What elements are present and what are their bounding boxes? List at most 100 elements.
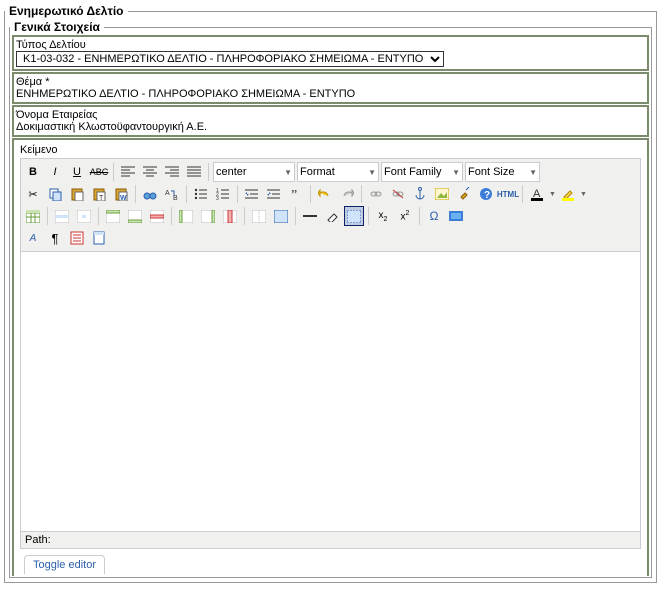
- toolbar-row-2: ✂ T W AB 123 ”: [23, 183, 638, 205]
- table-row-icon: [54, 208, 70, 224]
- delete-col-button[interactable]: [220, 206, 240, 226]
- row-after-button[interactable]: [125, 206, 145, 226]
- outdent-icon: [244, 186, 260, 202]
- eraser-icon: [324, 208, 340, 224]
- type-select[interactable]: Κ1-03-032 - ΕΝΗΜΕΡΩΤΙΚΟ ΔΕΛΤΙΟ - ΠΛΗΡΟΦΟ…: [16, 51, 444, 67]
- format-select[interactable]: Format▼: [297, 162, 379, 182]
- unlink-button[interactable]: [388, 184, 408, 204]
- undo-button[interactable]: [315, 184, 335, 204]
- cell-props-button[interactable]: [74, 206, 94, 226]
- split-cells-button[interactable]: [249, 206, 269, 226]
- redo-button[interactable]: [337, 184, 357, 204]
- paragraph-button[interactable]: ¶: [45, 228, 65, 248]
- inner-legend: Γενικά Στοιχεία: [10, 20, 104, 34]
- strikethrough-button[interactable]: ABC: [89, 162, 109, 182]
- toggle-editor-button[interactable]: Toggle editor: [24, 555, 105, 574]
- charmap-button[interactable]: Ω: [424, 206, 444, 226]
- table-button[interactable]: [23, 206, 43, 226]
- separator: [186, 185, 187, 203]
- row-props-button[interactable]: [52, 206, 72, 226]
- svg-text:3: 3: [216, 196, 219, 200]
- highlight-icon: [560, 186, 576, 202]
- cleanup-button[interactable]: [454, 184, 474, 204]
- separator: [113, 163, 114, 181]
- col-after-button[interactable]: [198, 206, 218, 226]
- merge-cell-icon: [273, 208, 289, 224]
- undo-icon: [317, 186, 333, 202]
- font-family-select[interactable]: Font Family▼: [381, 162, 463, 182]
- backcolor-button[interactable]: [558, 184, 578, 204]
- subscript-button[interactable]: x2: [373, 206, 393, 226]
- insert-row-after-icon: [127, 208, 143, 224]
- hr-icon: [302, 208, 318, 224]
- hr-button[interactable]: [300, 206, 320, 226]
- bullet-list-button[interactable]: [191, 184, 211, 204]
- company-label: Όνομα Εταιρείας: [16, 109, 645, 121]
- row-before-button[interactable]: [103, 206, 123, 226]
- paste-word-button[interactable]: W: [111, 184, 131, 204]
- text-color-icon: A: [529, 186, 545, 202]
- copy-button[interactable]: [45, 184, 65, 204]
- separator: [47, 207, 48, 225]
- remove-format-button[interactable]: [322, 206, 342, 226]
- paste-button[interactable]: [67, 184, 87, 204]
- paste-text-button[interactable]: T: [89, 184, 109, 204]
- numbered-list-icon: 123: [215, 186, 231, 202]
- toolbar-row-1: B I U ABC center▼ Format▼ Font Family▼: [23, 161, 638, 183]
- separator: [310, 185, 311, 203]
- unlink-icon: [390, 186, 406, 202]
- align-justify-icon: [186, 164, 202, 180]
- insert-col-before-icon: [178, 208, 194, 224]
- paste-word-icon: W: [113, 186, 129, 202]
- guidelines-button[interactable]: [344, 206, 364, 226]
- emotions-button[interactable]: [446, 206, 466, 226]
- html-button[interactable]: HTML: [498, 184, 518, 204]
- col-before-button[interactable]: [176, 206, 196, 226]
- paste-text-icon: T: [91, 186, 107, 202]
- underline-button[interactable]: U: [67, 162, 87, 182]
- anchor-button[interactable]: [410, 184, 430, 204]
- superscript-button[interactable]: x2: [395, 206, 415, 226]
- article-button[interactable]: [67, 228, 87, 248]
- separator: [171, 207, 172, 225]
- help-button[interactable]: ?: [476, 184, 496, 204]
- cut-button[interactable]: ✂: [23, 184, 43, 204]
- numbered-list-button[interactable]: 123: [213, 184, 233, 204]
- align-center-button[interactable]: [140, 162, 160, 182]
- find-button[interactable]: [140, 184, 160, 204]
- font-size-select[interactable]: Font Size▼: [465, 162, 540, 182]
- editor-body[interactable]: [20, 252, 641, 532]
- align-right-button[interactable]: [162, 162, 182, 182]
- toolbar-row-3: x2 x2 Ω: [23, 205, 638, 227]
- link-icon: [368, 186, 384, 202]
- chevron-down-icon: ▼: [368, 168, 376, 177]
- anchor-icon: [412, 186, 428, 202]
- link-button[interactable]: [366, 184, 386, 204]
- bullet-list-icon: [193, 186, 209, 202]
- indent-icon: [266, 186, 282, 202]
- image-button[interactable]: [432, 184, 452, 204]
- align-select[interactable]: center▼: [213, 162, 295, 182]
- article-icon: [69, 230, 85, 246]
- indent-button[interactable]: [264, 184, 284, 204]
- outdent-button[interactable]: [242, 184, 262, 204]
- delete-row-button[interactable]: [147, 206, 167, 226]
- table-cell-icon: [76, 208, 92, 224]
- replace-button[interactable]: AB: [162, 184, 182, 204]
- blockquote-button[interactable]: ”: [286, 184, 306, 204]
- outer-fieldset: Ενημερωτικό Δελτίο Γενικά Στοιχεία Τύπος…: [4, 4, 657, 583]
- bold-button[interactable]: B: [23, 162, 43, 182]
- direction-button[interactable]: A: [23, 228, 43, 248]
- type-row: Τύπος Δελτίου Κ1-03-032 - ΕΝΗΜΕΡΩΤΙΚΟ ΔΕ…: [12, 35, 649, 71]
- paste-icon: [69, 186, 85, 202]
- toolbar-row-4: A ¶: [23, 227, 638, 249]
- align-left-button[interactable]: [118, 162, 138, 182]
- merge-cells-button[interactable]: [271, 206, 291, 226]
- table-icon: [25, 208, 41, 224]
- italic-button[interactable]: I: [45, 162, 65, 182]
- forecolor-arrow[interactable]: ▼: [549, 191, 556, 198]
- newdoc-button[interactable]: [89, 228, 109, 248]
- backcolor-arrow[interactable]: ▼: [580, 191, 587, 198]
- align-justify-button[interactable]: [184, 162, 204, 182]
- forecolor-button[interactable]: A: [527, 184, 547, 204]
